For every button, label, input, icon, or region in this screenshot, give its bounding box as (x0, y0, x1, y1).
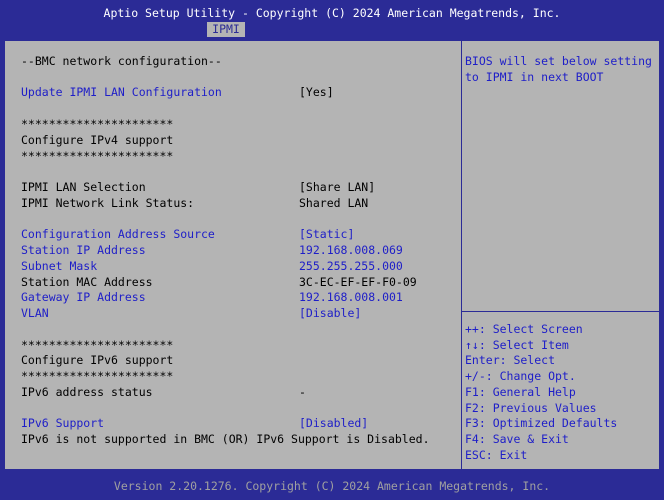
app-title: Aptio Setup Utility - Copyright (C) 2024… (103, 6, 561, 20)
gateway-ip-value[interactable]: 192.168.008.001 (299, 290, 403, 304)
panel-divider (461, 41, 462, 469)
ipv4-stars-bottom: ********************** (21, 149, 174, 163)
bios-screen: Aptio Setup Utility - Copyright (C) 2024… (0, 0, 664, 500)
key-hint-enter: Enter: Select (465, 353, 556, 367)
link-status-label: IPMI Network Link Status: (21, 196, 195, 210)
station-ip-value[interactable]: 192.168.008.069 (299, 243, 403, 257)
update-ipmi-lan-value[interactable]: [Yes] (299, 85, 334, 99)
header-bar: Aptio Setup Utility - Copyright (C) 2024… (0, 0, 664, 40)
station-ip-label[interactable]: Station IP Address (21, 243, 146, 257)
key-hint-f1: F1: General Help (465, 385, 576, 399)
help-description-line2: to IPMI in next BOOT (465, 70, 604, 84)
lan-selection-label: IPMI LAN Selection (21, 180, 146, 194)
update-ipmi-lan-label[interactable]: Update IPMI LAN Configuration (21, 85, 222, 99)
ipv4-stars-top: ********************** (21, 117, 174, 131)
ipv6-support-label[interactable]: IPv6 Support (21, 416, 104, 430)
help-divider (462, 311, 660, 312)
key-hint-select-item: ↑↓: Select Item (465, 338, 569, 352)
help-description-line1: BIOS will set below setting (465, 54, 652, 68)
tab-ipmi[interactable]: IPMI (207, 22, 245, 37)
config-source-label[interactable]: Configuration Address Source (21, 227, 215, 241)
key-hint-select-screen: ++: Select Screen (465, 322, 583, 336)
gateway-ip-label[interactable]: Gateway IP Address (21, 290, 146, 304)
ipv6-heading: Configure IPv6 support (21, 353, 174, 367)
mac-address-label: Station MAC Address (21, 275, 153, 289)
ipv6-status-value: - (299, 385, 306, 399)
ipv6-status-label: IPv6 address status (21, 385, 153, 399)
ipv6-support-value[interactable]: [Disabled] (299, 416, 368, 430)
lan-selection-value: [Share LAN] (299, 180, 376, 194)
section-title: --BMC network configuration-- (21, 54, 222, 68)
subnet-mask-value[interactable]: 255.255.255.000 (299, 259, 403, 273)
key-hint-esc: ESC: Exit (465, 448, 528, 462)
config-source-value[interactable]: [Static] (299, 227, 354, 241)
link-status-value: Shared LAN (299, 196, 369, 210)
key-hint-change-opt: +/-: Change Opt. (465, 369, 576, 383)
key-hint-f2: F2: Previous Values (465, 401, 597, 415)
vlan-value[interactable]: [Disable] (299, 306, 361, 320)
mac-address-value: 3C-EC-EF-EF-F0-09 (299, 275, 417, 289)
vlan-label[interactable]: VLAN (21, 306, 49, 320)
version-text: Version 2.20.1276. Copyright (C) 2024 Am… (113, 479, 551, 493)
ipv6-stars-bottom: ********************** (21, 369, 174, 383)
key-hint-f3: F3: Optimized Defaults (465, 416, 618, 430)
ipv6-note: IPv6 is not supported in BMC (OR) IPv6 S… (21, 432, 430, 446)
ipv6-stars-top: ********************** (21, 338, 174, 352)
main-panel: --BMC network configuration-- Update IPM… (4, 40, 660, 470)
footer-bar: Version 2.20.1276. Copyright (C) 2024 Am… (0, 472, 664, 500)
subnet-mask-label[interactable]: Subnet Mask (21, 259, 97, 273)
key-hint-f4: F4: Save & Exit (465, 432, 569, 446)
ipv4-heading: Configure IPv4 support (21, 133, 174, 147)
